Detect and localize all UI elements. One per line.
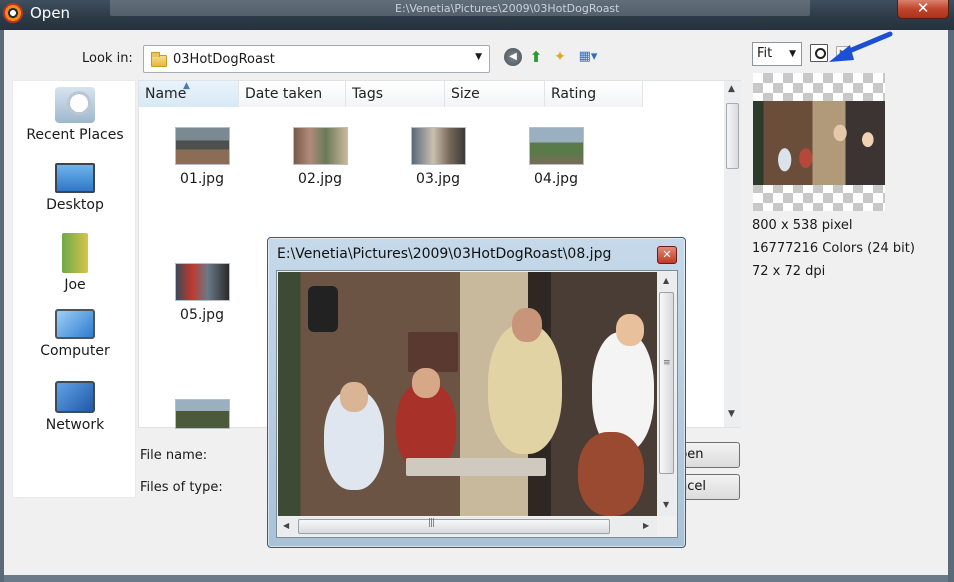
- photo-face: [340, 382, 368, 412]
- new-folder-button[interactable]: ✦: [551, 48, 569, 66]
- scrollbar-thumb[interactable]: [726, 103, 739, 169]
- viewer-content: ▲ ≡ ▼ ◀ ||| ▶: [276, 270, 678, 538]
- chevron-down-icon: ▼: [475, 52, 482, 62]
- place-recent-places[interactable]: Recent Places: [13, 87, 137, 143]
- title-bar: E:\Venetia\Pictures\2009\03HotDogRoast O…: [0, 0, 954, 30]
- viewer-horizontal-scrollbar[interactable]: ◀ ||| ▶: [278, 517, 657, 536]
- scroll-up-icon[interactable]: ▲: [728, 84, 735, 94]
- viewer-title: E:\Venetia\Pictures\2009\03HotDogRoast\0…: [277, 246, 612, 262]
- place-label: Joe: [64, 277, 86, 293]
- places-sidebar: Recent Places Desktop Joe Computer Netwo…: [12, 80, 136, 498]
- place-label: Recent Places: [26, 127, 124, 143]
- scrollbar-thumb[interactable]: [659, 292, 674, 474]
- column-label: Date taken: [245, 86, 323, 102]
- file-name: 03.jpg: [416, 171, 460, 187]
- column-header-rating[interactable]: Rating: [545, 81, 643, 107]
- file-item-01[interactable]: 01.jpg: [157, 127, 247, 187]
- file-item-02[interactable]: 02.jpg: [275, 127, 365, 187]
- file-item-05[interactable]: 05.jpg: [157, 263, 247, 323]
- filename-label: File name:: [140, 448, 208, 463]
- place-network[interactable]: Network: [13, 381, 137, 433]
- lookin-label: Look in:: [82, 51, 133, 66]
- viewer-close-button[interactable]: ✕: [657, 246, 677, 264]
- place-label: Computer: [40, 343, 110, 359]
- image-dpi: 72 x 72 dpi: [752, 264, 826, 279]
- file-thumbnail: [174, 263, 230, 301]
- place-computer[interactable]: Computer: [13, 309, 137, 359]
- place-label: Desktop: [46, 197, 104, 213]
- image-viewer-window[interactable]: E:\Venetia\Pictures\2009\03HotDogRoast\0…: [267, 237, 686, 548]
- zoom-fit-value: Fit: [757, 46, 773, 61]
- photo-wall-frame: [408, 332, 458, 372]
- place-joe[interactable]: Joe: [13, 233, 137, 293]
- computer-icon: [55, 309, 95, 339]
- column-header-tags[interactable]: Tags: [346, 81, 445, 107]
- column-label: Name: [145, 86, 187, 102]
- image-preview: [753, 73, 885, 211]
- file-thumbnail: [174, 127, 230, 165]
- lookin-dropdown[interactable]: 03HotDogRoast ▼: [143, 45, 490, 73]
- scroll-right-icon[interactable]: ▶: [643, 521, 649, 530]
- scroll-down-icon[interactable]: ▼: [728, 409, 735, 419]
- photo-wall-lantern: [308, 286, 338, 332]
- column-label: Tags: [352, 86, 383, 102]
- photo-person-foreground: [578, 432, 644, 516]
- photo-face: [616, 314, 644, 346]
- app-eye-icon: [3, 3, 23, 23]
- photo-face: [412, 368, 440, 398]
- column-header-date-taken[interactable]: Date taken: [239, 81, 346, 107]
- photo-person-standing: [488, 324, 562, 454]
- viewer-vertical-scrollbar[interactable]: ▲ ≡ ▼: [657, 272, 676, 516]
- scroll-down-icon[interactable]: ▼: [663, 500, 669, 509]
- network-icon: [55, 381, 95, 413]
- photo-table: [406, 458, 546, 476]
- filetype-label: Files of type:: [140, 480, 223, 495]
- up-folder-button[interactable]: ⬆: [527, 48, 545, 66]
- chevron-down-icon: ▼: [789, 49, 796, 59]
- file-thumbnail: [174, 399, 230, 429]
- scroll-up-icon[interactable]: ▲: [663, 276, 669, 285]
- file-name: 05.jpg: [180, 307, 224, 323]
- column-label: Rating: [551, 86, 597, 102]
- viewer-photo: [278, 272, 657, 516]
- file-thumbnail: [528, 127, 584, 165]
- column-label: Size: [451, 86, 480, 102]
- preview-photo: [753, 101, 885, 185]
- view-menu-button[interactable]: ▦▾: [575, 48, 601, 66]
- place-label: Network: [45, 417, 105, 433]
- file-name: 04.jpg: [534, 171, 578, 187]
- folder-icon: [151, 52, 167, 67]
- file-thumbnail: [410, 127, 466, 165]
- sort-ascending-icon: ▲: [183, 81, 190, 91]
- lookin-value: 03HotDogRoast: [173, 52, 275, 67]
- place-desktop[interactable]: Desktop: [13, 163, 137, 213]
- column-header-size[interactable]: Size: [445, 81, 545, 107]
- scrollbar-grip-icon: |||: [428, 518, 435, 528]
- scrollbar-grip-icon: ≡: [663, 358, 671, 368]
- file-name: 02.jpg: [298, 171, 342, 187]
- recent-places-icon: [55, 87, 95, 123]
- photo-face: [512, 308, 542, 342]
- image-dimensions: 800 x 538 pixel: [752, 218, 853, 233]
- background-path-text: E:\Venetia\Pictures\2009\03HotDogRoast: [395, 2, 620, 15]
- file-list-scrollbar[interactable]: ▲ ▼: [724, 81, 741, 427]
- file-item-04[interactable]: 04.jpg: [511, 127, 601, 187]
- image-colors: 16777216 Colors (24 bit): [752, 241, 915, 256]
- column-header-name[interactable]: ▲ Name: [139, 81, 239, 107]
- back-button[interactable]: ◀: [504, 48, 522, 66]
- user-folder-icon: [62, 233, 88, 273]
- annotation-arrow-icon: [829, 31, 893, 62]
- file-item-03[interactable]: 03.jpg: [393, 127, 483, 187]
- window-close-button[interactable]: ✕: [897, 0, 949, 19]
- scrollbar-thumb[interactable]: [298, 519, 610, 534]
- file-thumbnail: [292, 127, 348, 165]
- window-frame-right: [948, 30, 954, 582]
- zoom-fit-dropdown[interactable]: Fit ▼: [752, 42, 802, 66]
- window-title: Open: [30, 4, 71, 22]
- desktop-icon: [55, 163, 95, 193]
- scroll-left-icon[interactable]: ◀: [283, 521, 289, 530]
- file-name: 01.jpg: [180, 171, 224, 187]
- file-item-partial[interactable]: [157, 399, 247, 435]
